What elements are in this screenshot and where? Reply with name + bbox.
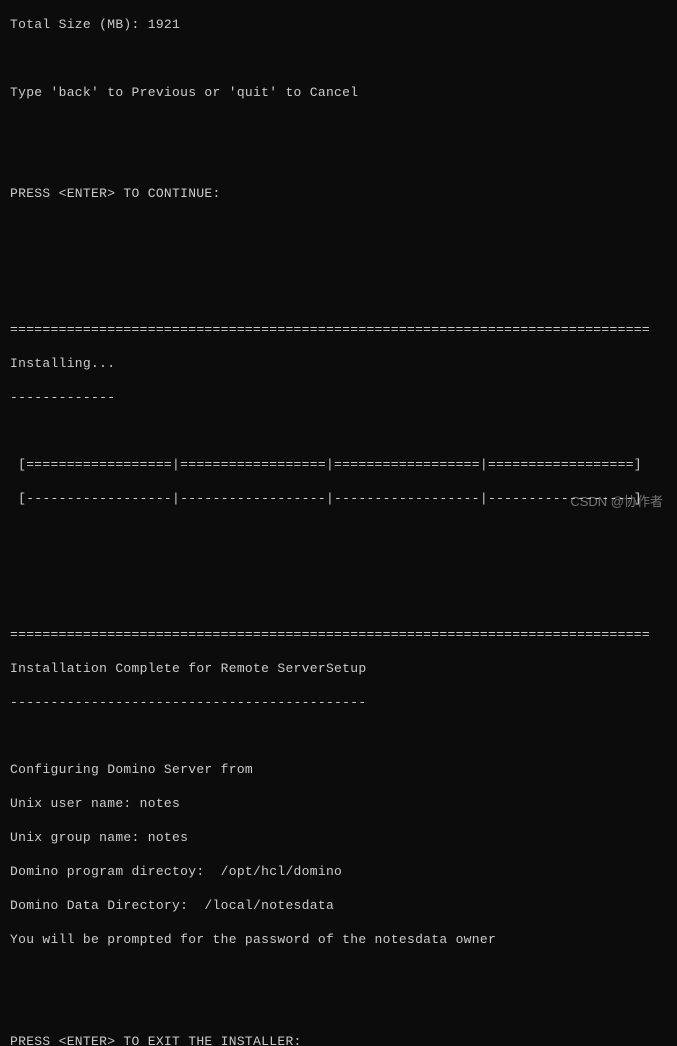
terminal-line: [------------------|------------------|-… [10,491,667,508]
terminal-line [10,424,667,441]
terminal-line: Unix group name: notes [10,830,667,847]
terminal-line: Installation Complete for Remote ServerS… [10,661,667,678]
terminal-line: ========================================… [10,627,667,644]
terminal-line: Unix user name: notes [10,796,667,813]
terminal-line [10,729,667,746]
terminal-line: PRESS <ENTER> TO CONTINUE: [10,186,667,203]
terminal-line [10,51,667,68]
terminal-line [10,288,667,305]
terminal-line [10,559,667,576]
terminal-line: [==================|==================|=… [10,457,667,474]
terminal-line: Installing... [10,356,667,373]
terminal-line [10,966,667,983]
terminal-line: Domino program directoy: /opt/hcl/domino [10,864,667,881]
terminal-line [10,1000,667,1017]
terminal-line [10,593,667,610]
terminal-line: ========================================… [10,322,667,339]
terminal-output[interactable]: Total Size (MB): 1921 Type 'back' to Pre… [10,0,667,1046]
terminal-line [10,220,667,237]
terminal-line [10,152,667,169]
terminal-line: Domino Data Directory: /local/notesdata [10,898,667,915]
terminal-line: ------------- [10,390,667,407]
terminal-line: PRESS <ENTER> TO EXIT THE INSTALLER: [10,1034,667,1046]
watermark-label: CSDN @协作者 [570,494,663,511]
terminal-line: Total Size (MB): 1921 [10,17,667,34]
terminal-line [10,525,667,542]
terminal-line: ----------------------------------------… [10,695,667,712]
terminal-line [10,119,667,136]
terminal-line: Type 'back' to Previous or 'quit' to Can… [10,85,667,102]
terminal-line: You will be prompted for the password of… [10,932,667,949]
terminal-line: Configuring Domino Server from [10,762,667,779]
terminal-line [10,254,667,271]
